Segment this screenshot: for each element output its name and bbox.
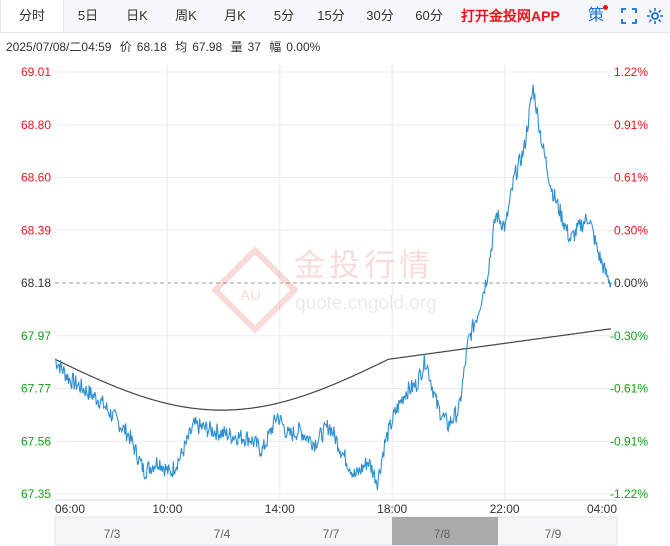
y-tick-left: 68.80 xyxy=(21,118,51,132)
y-tick-right: -0.30% xyxy=(610,329,648,343)
y-tick-left: 67.56 xyxy=(21,434,51,448)
y-tick-right: -0.91% xyxy=(610,434,648,448)
navigator-date-label: 7/3 xyxy=(104,527,121,541)
y-tick-left: 68.18 xyxy=(21,276,51,290)
y-tick-right: 0.61% xyxy=(614,171,648,185)
watermark-url: quote.cngold.org xyxy=(295,293,437,314)
y-tick-right: 0.30% xyxy=(614,223,648,237)
x-tick-label: 22:00 xyxy=(490,502,520,516)
y-tick-left: 67.35 xyxy=(21,487,51,501)
price-line xyxy=(54,84,612,491)
navigator-date-label: 7/7 xyxy=(323,527,340,541)
x-tick-label: 10:00 xyxy=(152,502,182,516)
navigator-date-label: 7/9 xyxy=(545,527,562,541)
y-tick-right: 1.22% xyxy=(614,65,648,79)
y-tick-left: 67.77 xyxy=(21,382,51,396)
average-price-line xyxy=(54,328,612,411)
y-tick-left: 68.60 xyxy=(21,171,51,185)
x-tick-label: 04:00 xyxy=(587,502,617,516)
y-tick-right: -1.22% xyxy=(610,487,648,501)
x-tick-label: 14:00 xyxy=(265,502,295,516)
y-tick-left: 68.39 xyxy=(21,223,51,237)
y-tick-left: 69.01 xyxy=(21,65,51,79)
intraday-chart: AU 金投行情 quote.cngold.org 69.01 1.22% 68.80… xyxy=(21,64,648,546)
watermark-brand: 金投行情 xyxy=(294,248,434,284)
watermark: AU 金投行情 quote.cngold.org xyxy=(211,246,437,334)
watermark-badge: AU xyxy=(240,287,261,304)
x-tick-label: 06:00 xyxy=(55,502,85,516)
y-tick-right: 0.00% xyxy=(614,276,648,290)
y-tick-right: 0.91% xyxy=(614,118,648,132)
navigator-date-label: 7/8 xyxy=(434,527,451,541)
time-navigator[interactable]: 7/3 7/4 7/7 7/8 7/9 xyxy=(54,516,618,546)
axis-labels: 69.01 1.22% 68.80 0.91% 68.60 0.61% 68.39 0.30%… xyxy=(21,65,648,516)
y-tick-left: 67.97 xyxy=(21,329,51,343)
y-tick-right: -0.61% xyxy=(610,382,648,396)
navigator-date-label: 7/4 xyxy=(214,527,231,541)
x-tick-label: 18:00 xyxy=(377,502,407,516)
